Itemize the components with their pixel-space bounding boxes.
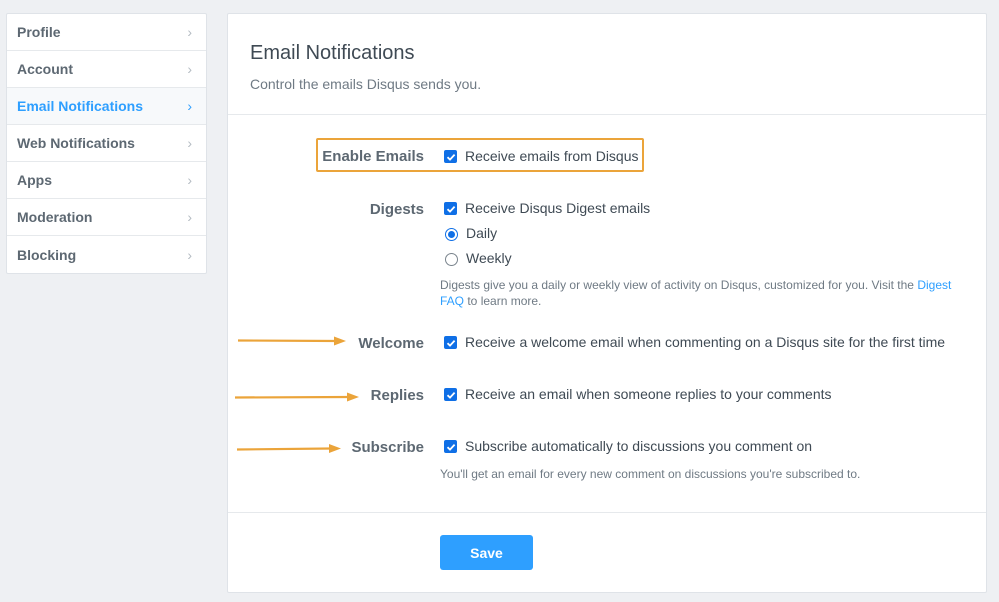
subscribe-option-label: Subscribe automatically to discussions y… <box>465 438 813 454</box>
sidebar-item-label: Account <box>17 61 73 77</box>
digest-daily-radio[interactable] <box>445 228 458 241</box>
enable-emails-option-label: Receive emails from Disqus <box>465 148 639 164</box>
chevron-right-icon: › <box>187 61 192 77</box>
chevron-right-icon: › <box>187 209 192 225</box>
chevron-right-icon: › <box>187 246 192 263</box>
sidebar-item-label: Apps <box>17 172 52 188</box>
welcome-option-label: Receive a welcome email when commenting … <box>465 334 946 350</box>
chevron-right-icon: › <box>187 172 192 188</box>
chevron-right-icon: › <box>187 24 192 40</box>
digests-help-text: Digests give you a daily or weekly view … <box>440 277 965 309</box>
sidebar-item-blocking[interactable]: Blocking › <box>7 236 206 273</box>
replies-option-label: Receive an email when someone replies to… <box>465 386 832 402</box>
digest-daily-label: Daily <box>466 225 498 241</box>
digests-checkbox[interactable] <box>444 202 457 215</box>
sidebar-item-account[interactable]: Account › <box>7 51 206 88</box>
checkmark-icon <box>446 205 455 213</box>
sidebar-item-label: Web Notifications <box>17 135 135 151</box>
sidebar-item-apps[interactable]: Apps › <box>7 162 206 199</box>
digest-weekly-radio[interactable] <box>445 253 458 266</box>
panel-header: Email Notifications Control the emails D… <box>228 14 986 115</box>
sidebar-item-label: Email Notifications <box>17 98 144 114</box>
checkmark-icon <box>446 339 455 347</box>
save-button[interactable]: Save <box>440 535 533 570</box>
email-notifications-panel: Email Notifications Control the emails D… <box>227 13 987 593</box>
digest-weekly-label: Weekly <box>466 250 512 266</box>
enable-emails-checkbox[interactable] <box>444 150 457 163</box>
footer-divider <box>228 512 986 513</box>
subscribe-help-text: You'll get an email for every new commen… <box>440 467 861 481</box>
page-subtitle: Control the emails Disqus sends you. <box>250 76 482 92</box>
digest-link[interactable]: Digest <box>917 278 951 292</box>
checkmark-icon <box>446 391 455 399</box>
arrow-right-icon <box>237 336 346 346</box>
arrow-right-icon <box>234 392 359 402</box>
subscribe-checkbox[interactable] <box>444 440 457 453</box>
digests-help-suffix: to learn more. <box>464 294 542 308</box>
chevron-right-icon: › <box>187 98 192 114</box>
digests-help-prefix: Digests give you a daily or weekly view … <box>440 278 918 292</box>
digests-option-label: Receive Disqus Digest emails <box>465 200 651 216</box>
replies-checkbox[interactable] <box>444 388 457 401</box>
sidebar-item-email-notifications[interactable]: Email Notifications › <box>7 88 206 125</box>
checkmark-icon <box>446 443 455 451</box>
welcome-checkbox[interactable] <box>444 336 457 349</box>
sidebar-item-web-notifications[interactable]: Web Notifications › <box>7 125 206 162</box>
sidebar-item-profile[interactable]: Profile › <box>7 14 206 51</box>
arrow-right-icon <box>236 444 341 453</box>
sidebar-item-moderation[interactable]: Moderation › <box>7 199 206 236</box>
faq-link[interactable]: FAQ <box>440 294 464 308</box>
checkmark-icon <box>446 153 455 161</box>
sidebar-item-label: Profile <box>17 24 61 40</box>
chevron-right-icon: › <box>187 135 192 151</box>
page-title: Email Notifications <box>250 42 415 64</box>
settings-sidebar: Profile › Account › Email Notifications … <box>6 13 207 274</box>
enable-emails-label: Enable Emails <box>322 148 424 165</box>
sidebar-item-label: Blocking <box>17 246 77 263</box>
digests-label: Digests <box>369 201 424 218</box>
sidebar-item-label: Moderation <box>17 209 93 225</box>
